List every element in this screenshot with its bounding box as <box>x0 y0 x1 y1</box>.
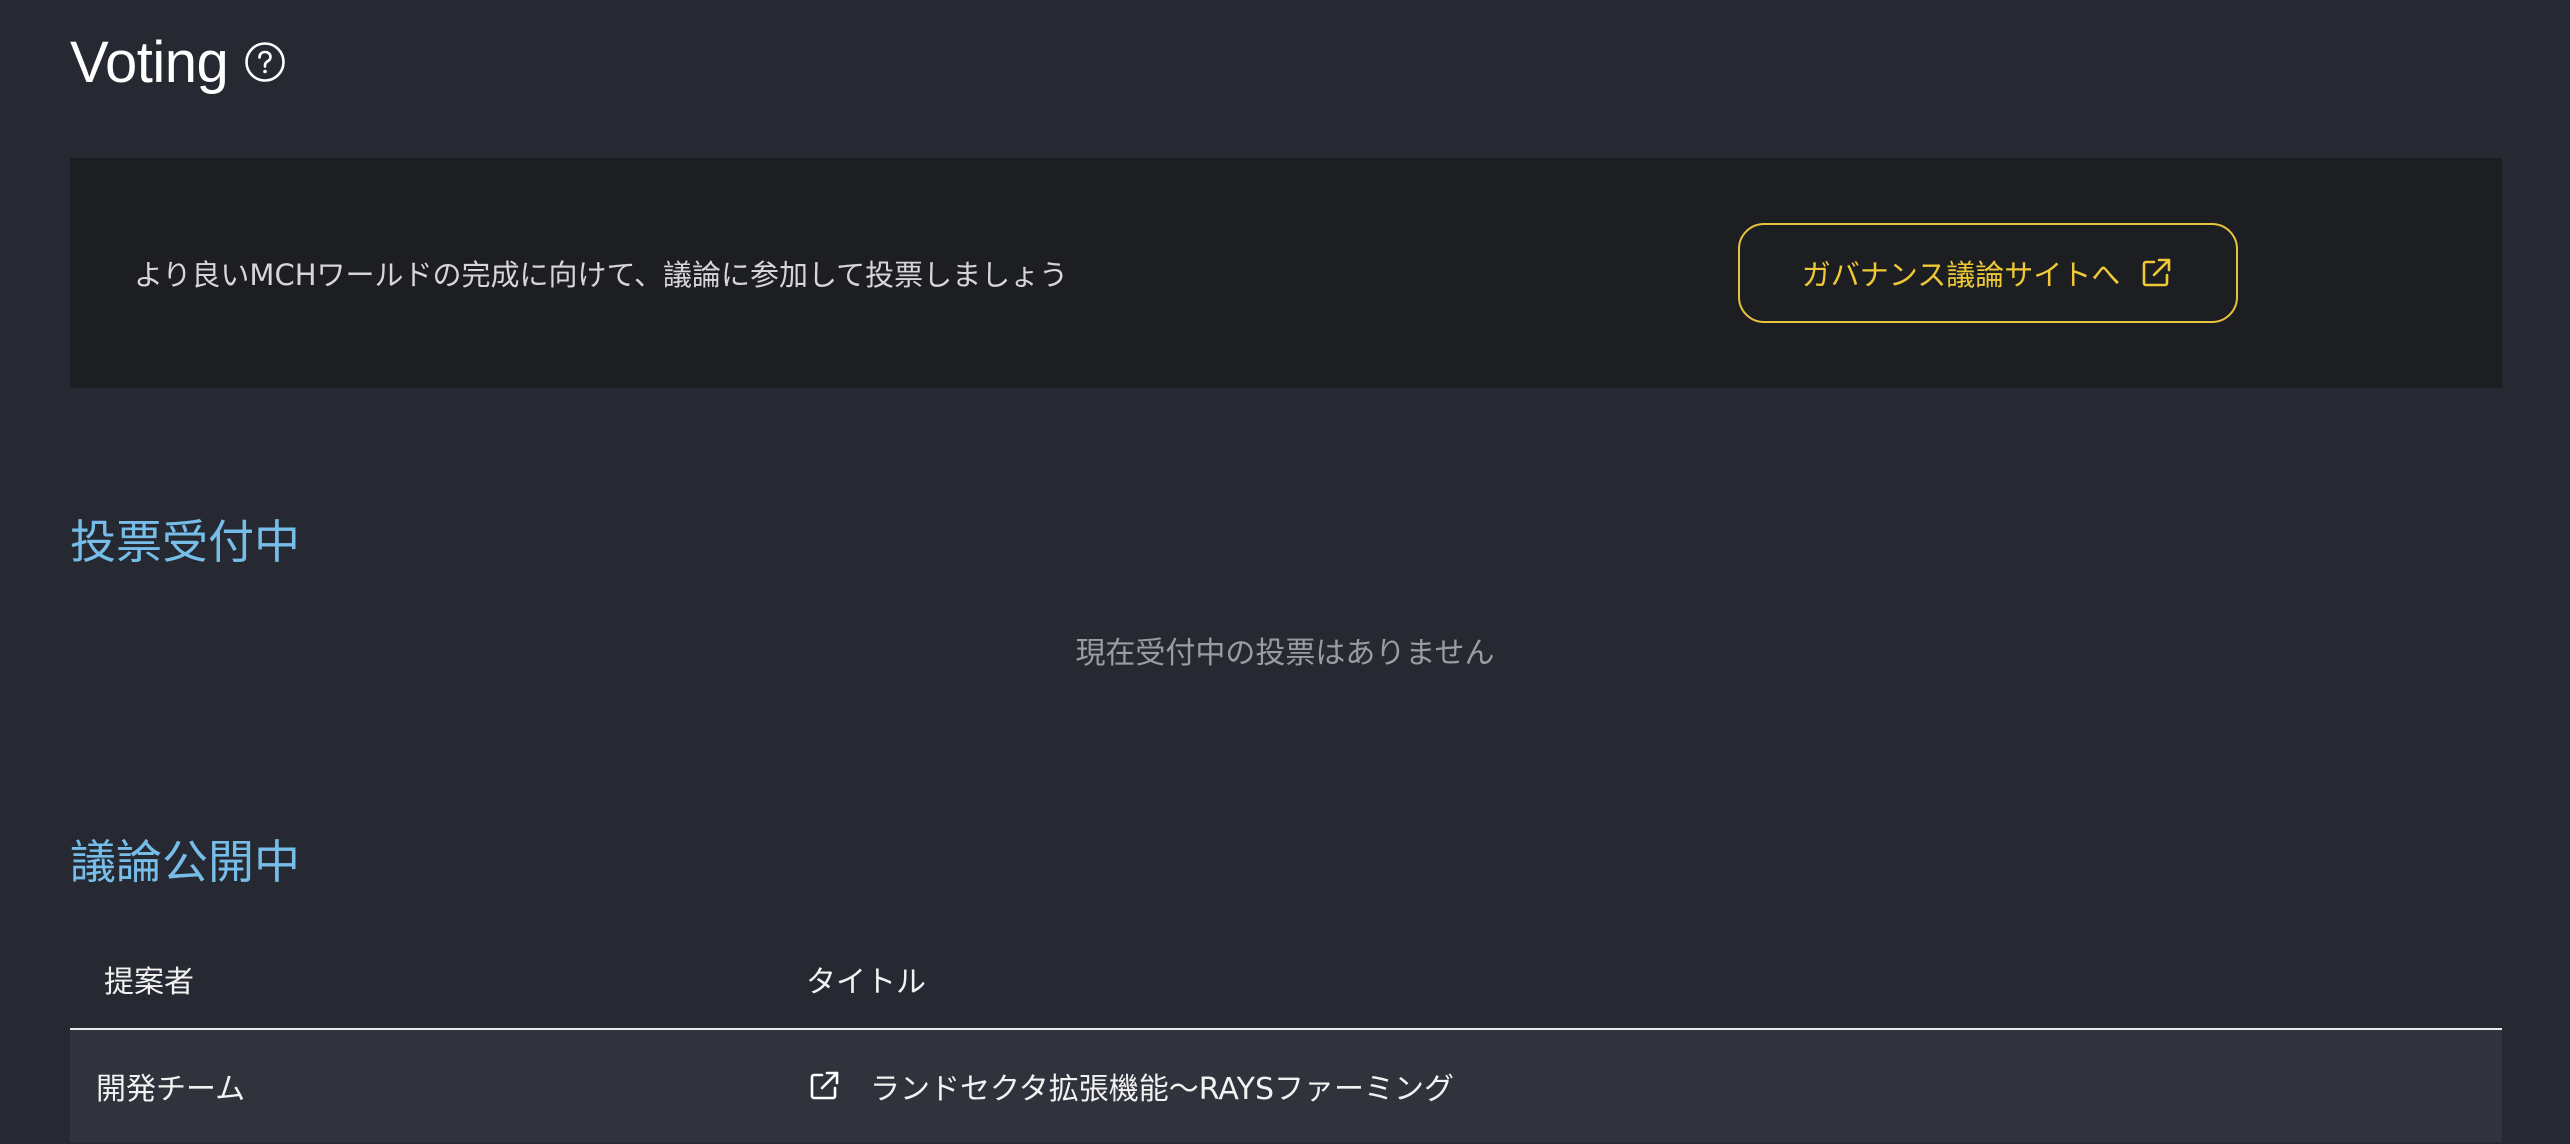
no-votes-message: 現在受付中の投票はありません <box>1075 636 1495 671</box>
column-header-proposer: 提案者 <box>104 965 194 1000</box>
governance-banner: より良いMCHワールドの完成に向けて、議論に参加して投票しましょう ガバナンス議… <box>70 158 2502 388</box>
title-row: Voting <box>70 22 286 102</box>
discussions-heading: 議論公開中 <box>70 835 300 889</box>
table-header: 提案者 タイトル <box>70 930 2502 1030</box>
row-title-cell: ランドセクタ拡張機能〜RAYSファーミング <box>806 1064 1454 1108</box>
governance-site-button-label: ガバナンス議論サイトへ <box>1801 258 2121 292</box>
external-link-icon <box>2138 255 2174 291</box>
page-title: Voting <box>70 29 229 95</box>
discussions-table: 提案者 タイトル 開発チーム ランドセクタ拡張機能〜RAYSファーミング <box>70 930 2502 1142</box>
voting-page: Voting より良いMCHワールドの完成に向けて、議論に参加して投票しましょう… <box>0 0 2570 1144</box>
banner-text: より良いMCHワールドの完成に向けて、議論に参加して投票しましょう <box>134 258 1069 292</box>
column-header-title: タイトル <box>806 965 926 1000</box>
table-row[interactable]: 開発チーム ランドセクタ拡張機能〜RAYSファーミング <box>70 1030 2502 1142</box>
external-link-icon[interactable] <box>806 1068 842 1104</box>
row-proposer: 開発チーム <box>96 1072 246 1107</box>
governance-site-button[interactable]: ガバナンス議論サイトへ <box>1738 223 2238 323</box>
voting-open-heading: 投票受付中 <box>70 515 300 569</box>
row-title: ランドセクタ拡張機能〜RAYSファーミング <box>870 1072 1454 1107</box>
help-circle-icon[interactable] <box>244 41 286 83</box>
